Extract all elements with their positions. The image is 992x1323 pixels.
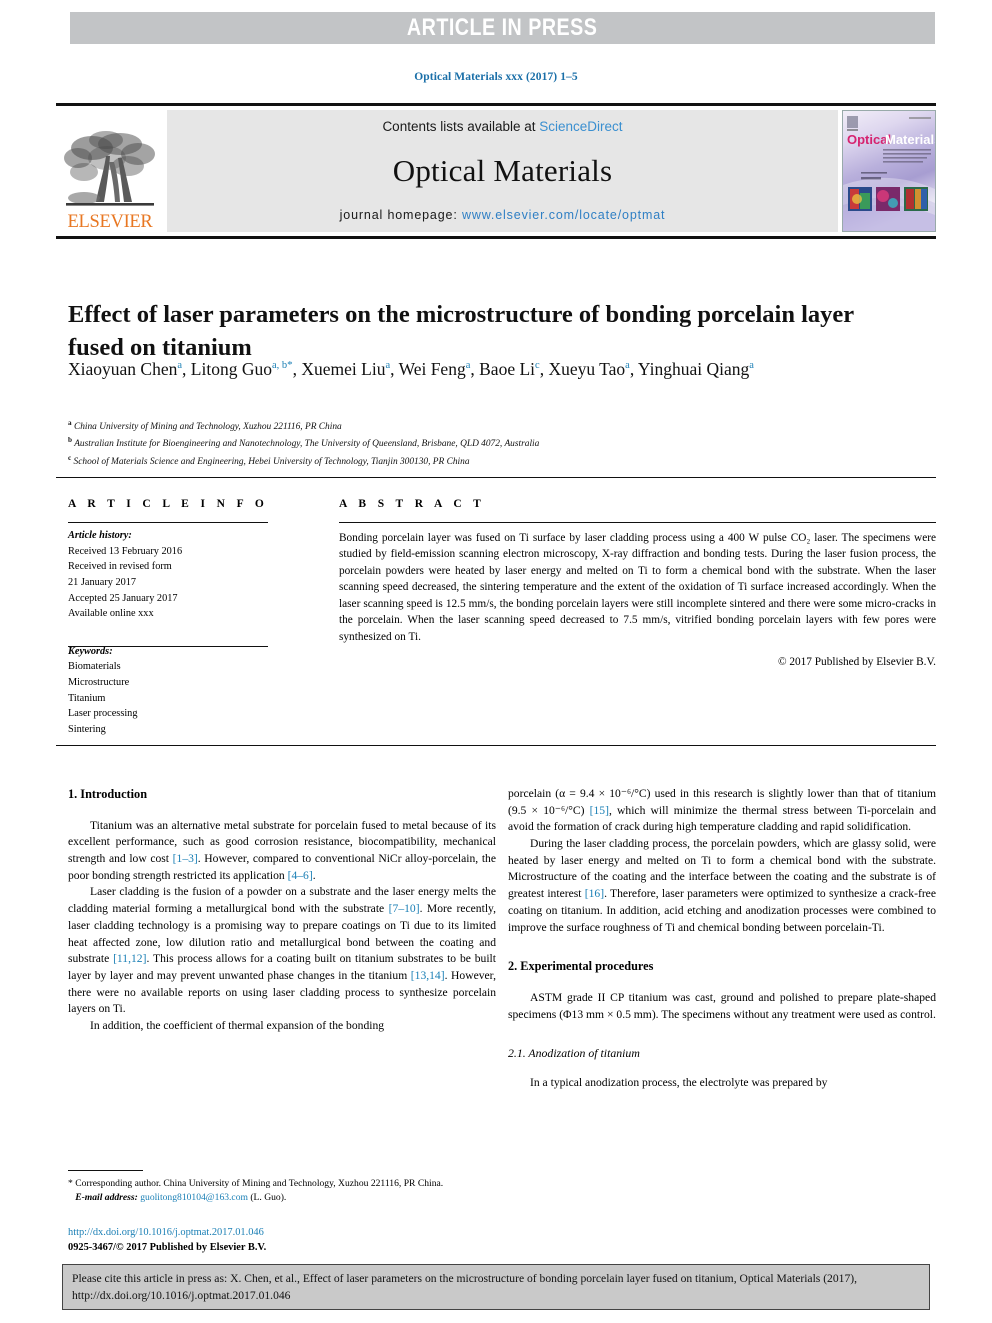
journal-title: Optical Materials — [392, 153, 613, 188]
paragraph: In addition, the coefficient of thermal … — [90, 1018, 385, 1032]
paragraph: In a typical anodization process, the el… — [530, 1076, 828, 1090]
author-name: Xuemei Liu — [301, 359, 386, 379]
divider-above-abstract — [56, 477, 936, 478]
svg-text:Materials: Materials — [885, 132, 935, 147]
email-address-label: E-mail address: — [75, 1192, 138, 1204]
author-affiliation-mark: a — [177, 360, 183, 372]
citation-text: Please cite this article in press as: X.… — [72, 1272, 858, 1302]
reference-link[interactable]: [7–10] — [389, 902, 420, 915]
reference-link[interactable]: [15] — [590, 804, 609, 817]
divider-below-abstract — [56, 745, 936, 746]
reference-link[interactable]: [11,12] — [113, 952, 146, 965]
author-name: Baoe Li — [479, 359, 536, 379]
affiliation-item: a China University of Mining and Technol… — [68, 418, 928, 435]
doi-block: http://dx.doi.org/10.1016/j.optmat.2017.… — [68, 1225, 496, 1255]
paragraph: porcelain (α = 9.4 × 10⁻⁶/°C) used in th… — [508, 787, 936, 834]
doi-link[interactable]: http://dx.doi.org/10.1016/j.optmat.2017.… — [68, 1225, 496, 1240]
reference-link[interactable]: [1–3] — [173, 852, 198, 865]
affiliation-item: c School of Materials Science and Engine… — [68, 453, 928, 470]
author-name: Yinghuai Qiang — [637, 359, 750, 379]
divider-article-info — [68, 522, 268, 523]
affiliation-text: Australian Institute for Bioengineering … — [74, 439, 540, 450]
article-info-heading: A R T I C L E I N F O — [68, 498, 269, 510]
article-history-item: Received 13 February 2016 — [68, 545, 183, 557]
author-name: Wei Feng — [398, 359, 466, 379]
body-column-right: porcelain (α = 9.4 × 10⁻⁶/°C) used in th… — [508, 786, 936, 1092]
sciencedirect-link[interactable]: ScienceDirect — [539, 119, 622, 134]
article-history-item: 21 January 2017 — [68, 576, 137, 588]
author-affiliation-mark: c — [535, 360, 540, 372]
affiliation-item: b Australian Institute for Bioengineerin… — [68, 435, 928, 452]
author-affiliation-mark: a — [385, 360, 391, 372]
divider-abstract — [339, 522, 936, 523]
affiliation-text: School of Materials Science and Engineer… — [73, 456, 470, 467]
issn-copyright-line: 0925-3467/© 2017 Published by Elsevier B… — [68, 1242, 267, 1254]
article-history-item: Accepted 25 January 2017 — [68, 592, 178, 604]
author-name: Xiaoyuan Chen — [68, 359, 178, 379]
article-in-press-banner: ARTICLE IN PRESS — [70, 12, 935, 44]
body-column-left: 1. Introduction Titanium was an alternat… — [68, 786, 496, 1035]
affiliation-mark: c — [68, 453, 72, 462]
author-affiliation-mark: a, b — [271, 360, 288, 372]
reference-link[interactable]: [16] — [585, 887, 604, 900]
contents-available-line: Contents lists available at ScienceDirec… — [382, 119, 622, 134]
corresponding-author-note: Corresponding author. China University o… — [75, 1178, 444, 1189]
keyword-item: Sintering — [68, 724, 106, 736]
keywords-block: Keywords: Biomaterials Microstructure Ti… — [68, 644, 278, 738]
article-history-item: Available online xxx — [68, 608, 154, 620]
please-cite-box: Please cite this article in press as: X.… — [62, 1264, 930, 1310]
footnote-divider — [68, 1170, 143, 1171]
author-name: Litong Guo — [190, 359, 272, 379]
section-heading-experimental: 2. Experimental procedures — [508, 959, 654, 974]
keyword-item: Laser processing — [68, 708, 138, 720]
article-history-label: Article history: — [68, 530, 132, 541]
email-owner: (L. Guo). — [250, 1192, 287, 1204]
journal-masthead: ELSEVIER Contents lists available at Sci… — [56, 103, 936, 239]
author-affiliation-mark: a — [749, 360, 754, 372]
abstract-copyright: © 2017 Published by Elsevier B.V. — [777, 656, 936, 669]
footnote-marker: * — [68, 1178, 73, 1189]
page-title: Effect of laser parameters on the micros… — [68, 301, 854, 361]
subsection-heading-anodization: 2.1. Anodization of titanium — [508, 1046, 640, 1061]
journal-homepage-link[interactable]: www.elsevier.com/locate/optmat — [462, 208, 665, 222]
paragraph: Laser cladding is the fusion of a powder… — [68, 885, 496, 1016]
contents-box: Contents lists available at ScienceDirec… — [167, 110, 838, 232]
paragraph: Titanium was an alternative metal substr… — [68, 818, 496, 882]
affiliation-list: a China University of Mining and Technol… — [68, 418, 928, 470]
divider-keywords — [68, 646, 268, 647]
reference-link[interactable]: [4–6] — [288, 869, 313, 882]
author-list: Xiaoyuan Chena, Litong Guoa, b*, Xuemei … — [68, 359, 754, 379]
elsevier-logo: ELSEVIER — [56, 110, 164, 232]
affiliation-mark: b — [68, 436, 72, 445]
journal-homepage-line: journal homepage: www.elsevier.com/locat… — [340, 208, 666, 222]
running-head: Optical Materials xxx (2017) 1–5 — [414, 71, 578, 83]
keyword-item: Biomaterials — [68, 661, 121, 673]
article-in-press-label: ARTICLE IN PRESS — [407, 14, 598, 41]
elsevier-tree-icon — [64, 130, 155, 206]
abstract-body: Bonding porcelain layer was fused on Ti … — [339, 530, 936, 671]
contents-prefix: Contents lists available at — [382, 119, 540, 134]
abstract-heading: A B S T R A C T — [339, 498, 486, 510]
paragraph: ASTM grade II CP titanium was cast, grou… — [508, 990, 936, 1021]
corresponding-author-marker: * — [287, 359, 293, 372]
homepage-prefix: journal homepage: — [339, 208, 462, 222]
email-address-link[interactable]: guolitong810104@163.com — [140, 1192, 248, 1203]
article-info-column: Article history: Received 13 February 20… — [68, 528, 278, 738]
author-name: Xueyu Tao — [548, 359, 626, 379]
elsevier-wordmark: ELSEVIER — [67, 211, 153, 232]
author-affiliation-mark: a — [625, 360, 630, 372]
journal-cover-thumbnail[interactable]: Optical Materials — [842, 110, 936, 232]
affiliation-text: China University of Mining and Technolog… — [73, 422, 342, 433]
article-history-item: Received in revised form — [68, 561, 172, 573]
keyword-item: Titanium — [68, 692, 106, 704]
keyword-item: Microstructure — [68, 677, 130, 689]
author-affiliation-mark: a — [465, 360, 471, 372]
abstract-text: Bonding porcelain layer was fused on Ti … — [339, 532, 936, 643]
paragraph: During the laser cladding process, the p… — [508, 837, 936, 934]
affiliation-mark: a — [68, 419, 72, 427]
cover-artwork: Optical Materials — [843, 111, 935, 231]
footnote-block: * Corresponding author. China University… — [68, 1177, 496, 1206]
section-heading-introduction: 1. Introduction — [68, 787, 148, 801]
reference-link[interactable]: [13,14] — [411, 969, 445, 982]
